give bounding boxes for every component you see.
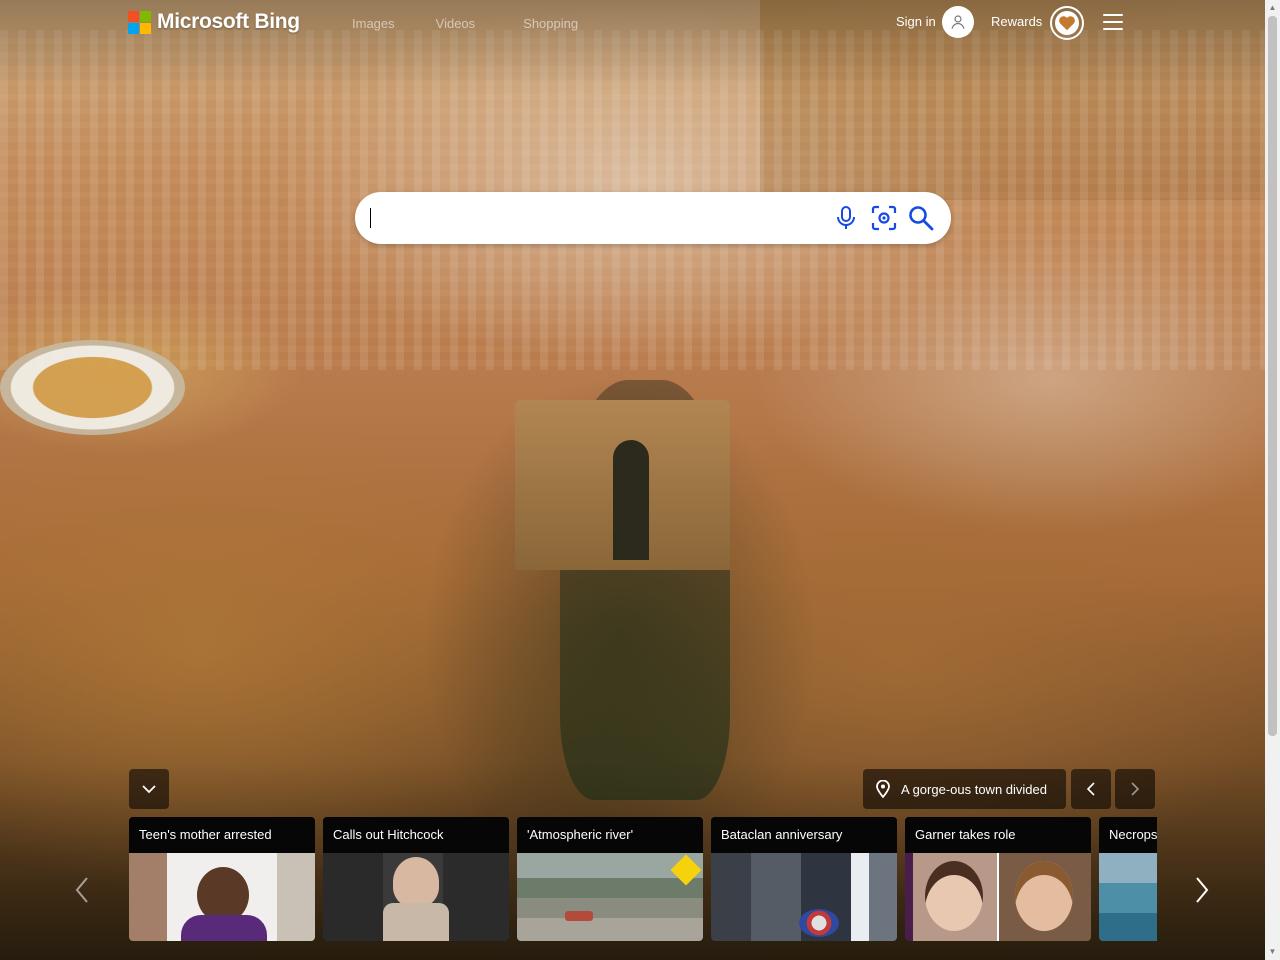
bing-logo[interactable]: Microsoft Bing (128, 10, 300, 34)
scroll-down-icon[interactable]: ▼ (1268, 947, 1277, 957)
background-bridge (515, 400, 730, 570)
heart-icon[interactable] (1050, 6, 1084, 40)
news-card[interactable]: Necropsy (1099, 817, 1157, 941)
news-card-thumbnail (323, 853, 509, 941)
search-box (355, 192, 951, 244)
sign-in-link[interactable]: Sign in (896, 14, 936, 29)
news-card-title: Teen's mother arrested (129, 817, 315, 853)
background-image (0, 0, 1265, 960)
news-carousel: Teen's mother arrested Calls out Hitchco… (129, 817, 1157, 941)
top-nav: Images Videos Shopping (352, 16, 619, 31)
previous-image-button[interactable] (1071, 769, 1111, 809)
brand-name: Microsoft Bing (157, 10, 300, 33)
chevron-left-icon (75, 877, 88, 903)
news-card[interactable]: 'Atmospheric river' (517, 817, 703, 941)
microphone-icon[interactable] (833, 205, 859, 231)
news-prev-button[interactable] (67, 870, 97, 910)
chevron-left-icon (1086, 782, 1095, 796)
chevron-right-icon (1131, 782, 1140, 796)
collapse-button[interactable] (129, 769, 169, 809)
news-card[interactable]: Bataclan anniversary (711, 817, 897, 941)
news-card-thumbnail (1099, 853, 1157, 941)
location-pin-icon (875, 780, 891, 798)
news-card-title: Garner takes role (905, 817, 1091, 853)
nav-shopping[interactable]: Shopping (523, 16, 578, 31)
news-card-thumbnail (711, 853, 897, 941)
nav-images[interactable]: Images (352, 16, 395, 31)
camera-lens-icon[interactable] (871, 205, 897, 231)
background-bullring (0, 340, 185, 435)
nav-videos[interactable]: Videos (436, 16, 476, 31)
microsoft-logo-icon (128, 10, 151, 34)
chevron-right-icon (1196, 877, 1209, 903)
rewards-link[interactable]: Rewards (991, 14, 1042, 29)
news-card-thumbnail (517, 853, 703, 941)
news-card-thumbnail (129, 853, 315, 941)
scrollbar-thumb[interactable] (1268, 16, 1277, 736)
news-card-title: Calls out Hitchcock (323, 817, 509, 853)
chevron-down-icon (142, 785, 156, 794)
news-card[interactable]: Garner takes role (905, 817, 1091, 941)
hamburger-menu-icon[interactable] (1103, 14, 1123, 30)
news-card[interactable]: Calls out Hitchcock (323, 817, 509, 941)
news-next-button[interactable] (1187, 870, 1217, 910)
news-card-title: Necropsy (1099, 817, 1157, 853)
text-cursor (370, 208, 371, 228)
user-icon[interactable] (942, 6, 974, 38)
page-scrollbar[interactable]: ▲ ▼ (1265, 0, 1280, 960)
next-image-button[interactable] (1115, 769, 1155, 809)
image-info-button[interactable]: A gorge-ous town divided (863, 769, 1066, 809)
search-input[interactable] (371, 205, 815, 233)
news-card-title: 'Atmospheric river' (517, 817, 703, 853)
news-card-title: Bataclan anniversary (711, 817, 897, 853)
scroll-up-icon[interactable]: ▲ (1268, 3, 1277, 13)
news-card[interactable]: Teen's mother arrested (129, 817, 315, 941)
news-card-thumbnail (905, 853, 1091, 941)
magnifier-icon[interactable] (908, 205, 934, 231)
image-title: A gorge-ous town divided (901, 781, 1047, 797)
